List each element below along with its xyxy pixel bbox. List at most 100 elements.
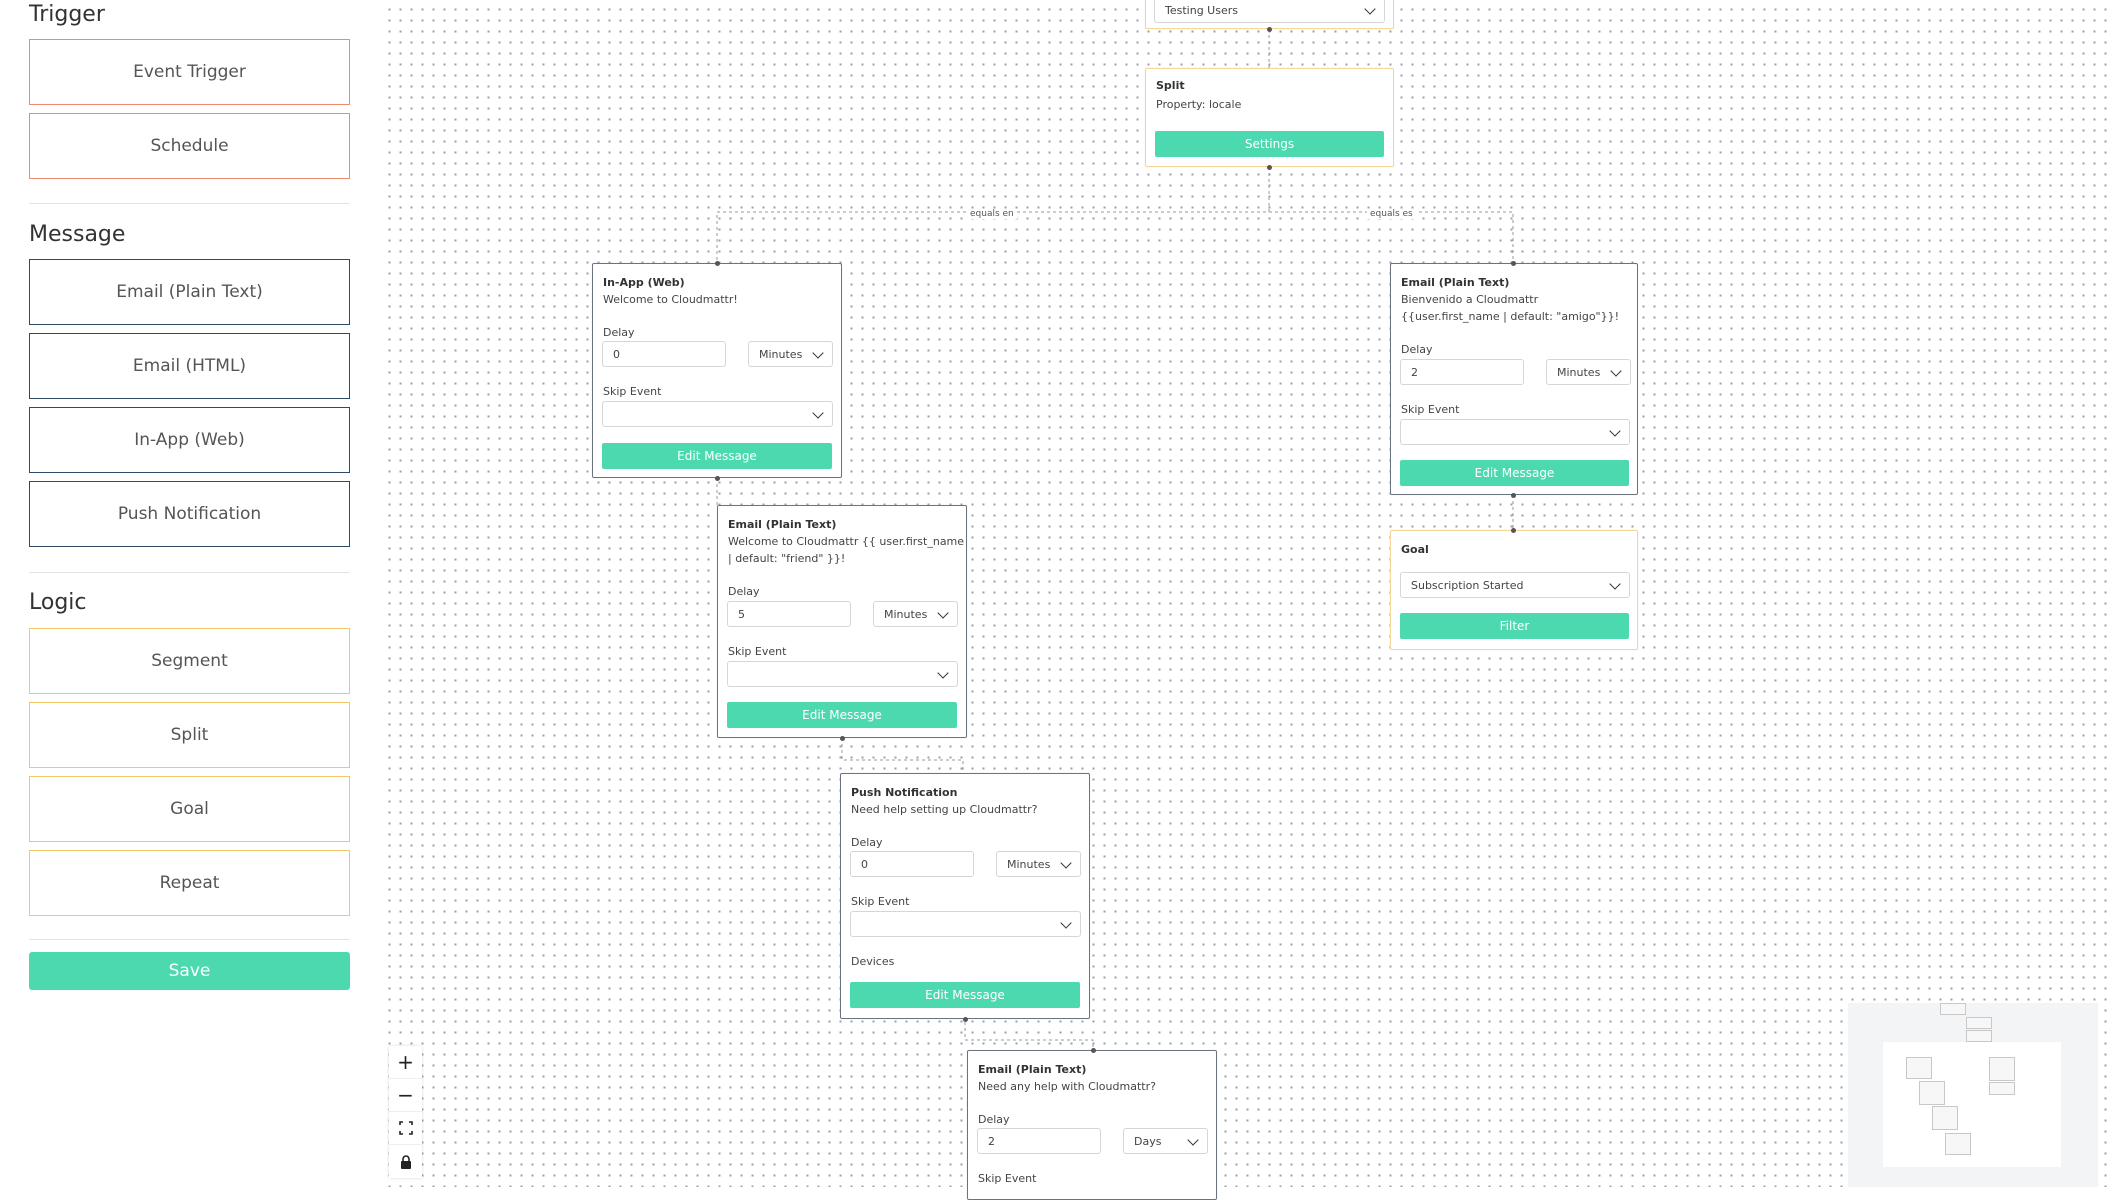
- skip-event-select[interactable]: [850, 911, 1081, 937]
- push-subtitle: Need help setting up Cloudmattr?: [851, 803, 1038, 816]
- skip-event-select[interactable]: [1400, 419, 1630, 445]
- goal-select[interactable]: Subscription Started: [1400, 572, 1630, 598]
- delay-unit-select[interactable]: Minutes: [996, 851, 1081, 877]
- divider: [29, 572, 350, 573]
- goal-button[interactable]: Goal: [29, 776, 350, 842]
- node-handle[interactable]: [1511, 261, 1516, 266]
- delay-unit-select[interactable]: Minutes: [873, 601, 958, 627]
- node-handle[interactable]: [715, 261, 720, 266]
- logic-section-title: Logic: [29, 590, 87, 615]
- minimap-node: [1966, 1017, 1992, 1029]
- edge-label-es: equals es: [1367, 209, 1416, 219]
- push-title: Push Notification: [851, 786, 958, 799]
- node-handle[interactable]: [1267, 165, 1272, 170]
- skip-event-select[interactable]: [602, 401, 833, 427]
- email-en-line2: | default: "friend" }}!: [728, 552, 846, 565]
- in-app-node[interactable]: In-App (Web) Welcome to Cloudmattr! Dela…: [592, 263, 842, 478]
- split-settings-button[interactable]: Settings: [1155, 131, 1384, 157]
- goal-select-value: Subscription Started: [1411, 578, 1524, 592]
- node-handle[interactable]: [1511, 528, 1516, 533]
- delay-unit-select[interactable]: Minutes: [1546, 359, 1631, 385]
- segment-select-value: Testing Users: [1165, 3, 1238, 17]
- goal-title: Goal: [1401, 543, 1429, 556]
- trigger-section-title: Trigger: [29, 2, 105, 27]
- delay-label: Delay: [1401, 343, 1433, 356]
- delay-input[interactable]: 2: [1400, 359, 1524, 385]
- goal-filter-button[interactable]: Filter: [1400, 613, 1629, 639]
- repeat-button[interactable]: Repeat: [29, 850, 350, 916]
- email-es-node[interactable]: Email (Plain Text) Bienvenido a Cloudmat…: [1390, 263, 1638, 495]
- email-followup-subtitle: Need any help with Cloudmattr?: [978, 1080, 1156, 1093]
- delay-unit-select[interactable]: Minutes: [748, 341, 833, 367]
- minimap-node: [1932, 1106, 1958, 1130]
- lock-button[interactable]: [389, 1145, 422, 1178]
- node-handle[interactable]: [1267, 27, 1272, 32]
- email-en-node[interactable]: Email (Plain Text) Welcome to Cloudmattr…: [717, 505, 967, 738]
- skip-event-label: Skip Event: [851, 895, 910, 908]
- chevron-down-icon: [1060, 917, 1072, 929]
- skip-event-label: Skip Event: [603, 385, 662, 398]
- email-plain-text-button[interactable]: Email (Plain Text): [29, 259, 350, 325]
- node-handle[interactable]: [1091, 1048, 1096, 1053]
- canvas-controls: + −: [389, 1046, 422, 1178]
- node-handle[interactable]: [840, 736, 845, 741]
- minimap-node: [1940, 1003, 1966, 1015]
- push-notification-button[interactable]: Push Notification: [29, 481, 350, 547]
- skip-event-label: Skip Event: [978, 1172, 1037, 1185]
- delay-input[interactable]: 0: [850, 851, 974, 877]
- edit-message-button[interactable]: Edit Message: [850, 982, 1080, 1008]
- delay-input[interactable]: 5: [727, 601, 851, 627]
- chevron-down-icon: [1610, 365, 1622, 377]
- edit-message-button[interactable]: Edit Message: [727, 702, 957, 728]
- in-app-web-button[interactable]: In-App (Web): [29, 407, 350, 473]
- email-en-title: Email (Plain Text): [728, 518, 837, 531]
- segment-select[interactable]: Testing Users: [1154, 0, 1385, 23]
- email-en-line1: Welcome to Cloudmattr {{ user.first_name: [728, 535, 965, 548]
- edit-message-button[interactable]: Edit Message: [602, 443, 832, 469]
- email-html-button[interactable]: Email (HTML): [29, 333, 350, 399]
- delay-value: 0: [613, 347, 620, 361]
- delay-value: 2: [988, 1134, 995, 1148]
- delay-unit-value: Minutes: [759, 347, 803, 361]
- schedule-button[interactable]: Schedule: [29, 113, 350, 179]
- split-title: Split: [1156, 79, 1185, 92]
- chevron-down-icon: [1060, 857, 1072, 869]
- segment-button[interactable]: Segment: [29, 628, 350, 694]
- node-handle[interactable]: [963, 1017, 968, 1022]
- email-es-line2: {{user.first_name | default: "amigo"}}!: [1401, 310, 1620, 323]
- skip-event-select[interactable]: [727, 661, 958, 687]
- minimap-node: [1966, 1030, 1992, 1042]
- chevron-down-icon: [812, 347, 824, 359]
- delay-unit-value: Minutes: [1557, 365, 1601, 379]
- push-node[interactable]: Push Notification Need help setting up C…: [840, 773, 1090, 1019]
- lock-icon: [400, 1154, 411, 1169]
- delay-unit-value: Minutes: [884, 607, 928, 621]
- delay-input[interactable]: 0: [602, 341, 726, 367]
- split-button[interactable]: Split: [29, 702, 350, 768]
- zoom-in-button[interactable]: +: [389, 1046, 422, 1079]
- segment-node[interactable]: Testing Users: [1145, 0, 1394, 29]
- zoom-out-button[interactable]: −: [389, 1079, 422, 1112]
- node-handle[interactable]: [715, 476, 720, 481]
- email-followup-title: Email (Plain Text): [978, 1063, 1087, 1076]
- delay-unit-value: Minutes: [1007, 857, 1051, 871]
- chevron-down-icon: [812, 407, 824, 419]
- node-handle[interactable]: [1511, 493, 1516, 498]
- minimap[interactable]: [1848, 1003, 2098, 1187]
- edit-message-button[interactable]: Edit Message: [1400, 460, 1629, 486]
- email-es-title: Email (Plain Text): [1401, 276, 1510, 289]
- delay-input[interactable]: 2: [977, 1128, 1101, 1154]
- delay-unit-select[interactable]: Days: [1123, 1128, 1208, 1154]
- fit-view-button[interactable]: [389, 1112, 422, 1145]
- chevron-down-icon: [1364, 3, 1376, 15]
- fit-view-icon: [398, 1121, 413, 1135]
- email-followup-node[interactable]: Email (Plain Text) Need any help with Cl…: [967, 1050, 1217, 1200]
- split-node[interactable]: Split Property: locale Settings: [1145, 68, 1394, 167]
- event-trigger-button[interactable]: Event Trigger: [29, 39, 350, 105]
- devices-label: Devices: [851, 955, 895, 968]
- save-button[interactable]: Save: [29, 952, 350, 990]
- chevron-down-icon: [937, 667, 949, 679]
- goal-node[interactable]: Goal Subscription Started Filter: [1390, 530, 1638, 650]
- delay-label: Delay: [978, 1113, 1010, 1126]
- minimap-node: [1919, 1081, 1945, 1105]
